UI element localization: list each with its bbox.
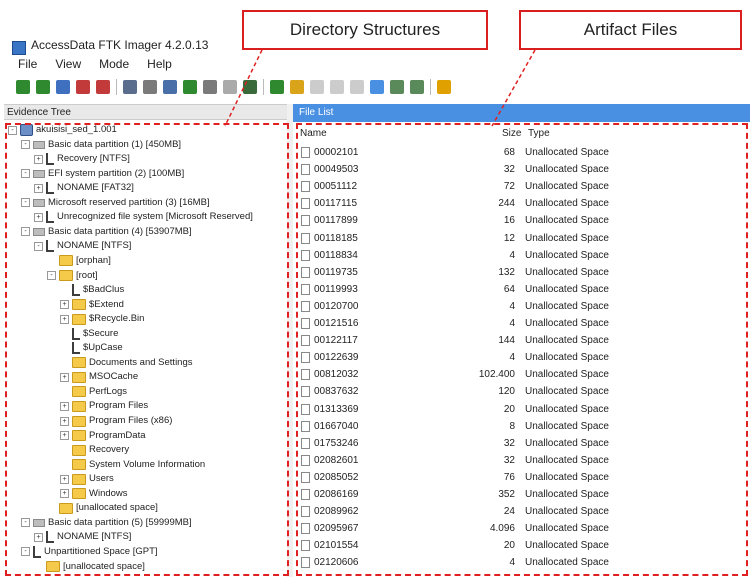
artifact-leader-line (491, 49, 536, 127)
callout-leader-lines (224, 49, 536, 127)
directory-leader-line (224, 49, 263, 127)
